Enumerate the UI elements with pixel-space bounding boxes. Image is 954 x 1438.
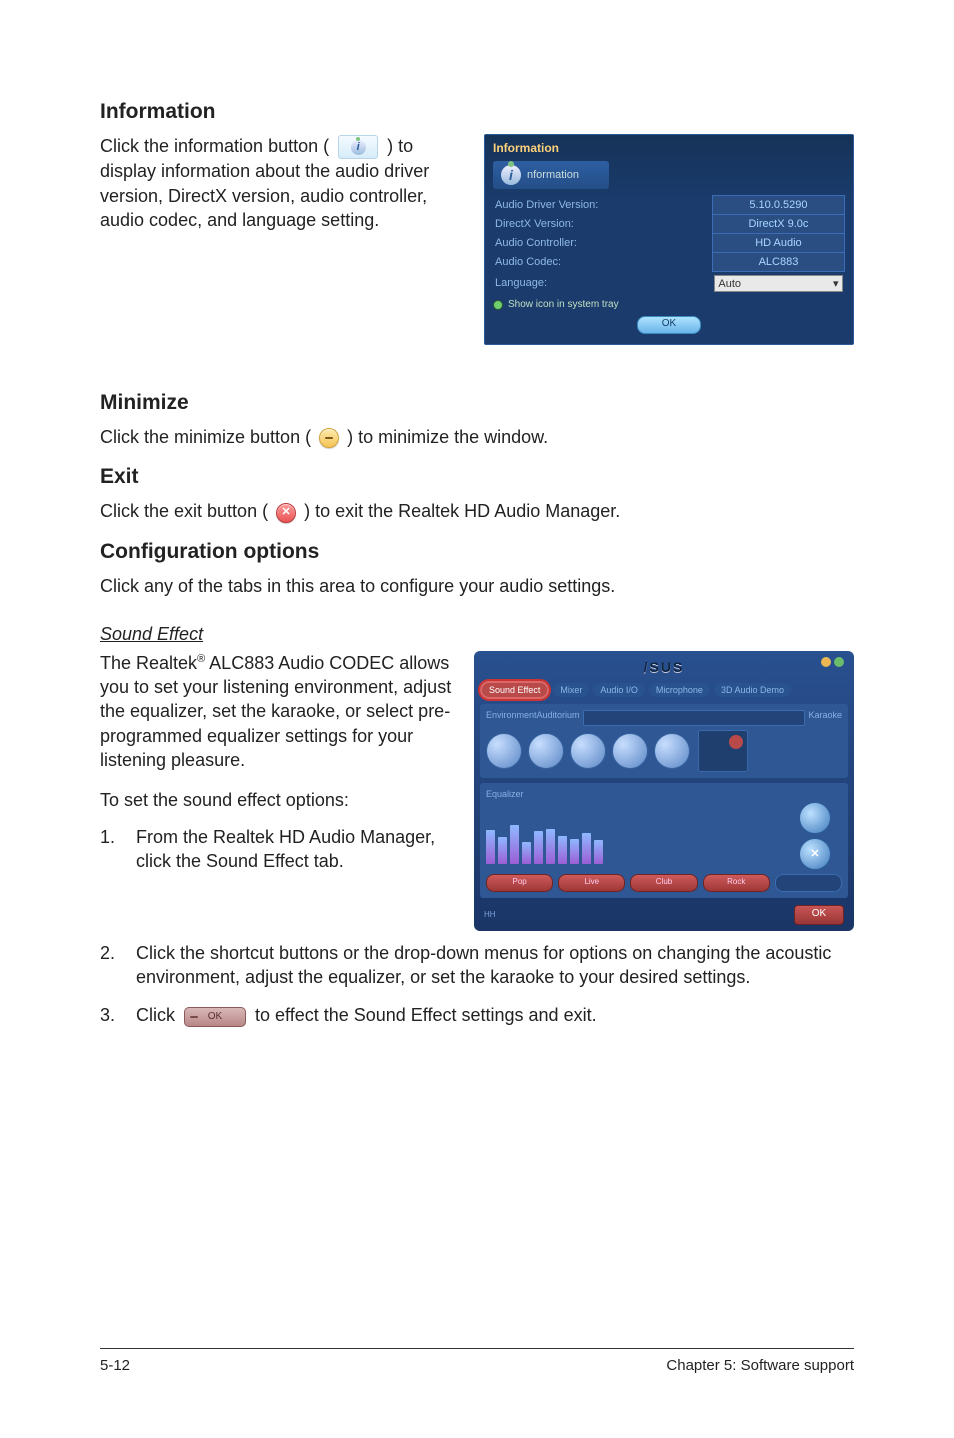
text: The Realtek <box>100 653 197 673</box>
step-1: 1.From the Realtek HD Audio Manager, cli… <box>100 825 452 874</box>
step-1-text: From the Realtek HD Audio Manager, click… <box>136 825 452 874</box>
info-row-value: 5.10.0.5290 <box>712 196 844 215</box>
env-icon[interactable] <box>570 733 606 769</box>
equalizer-label: Equalizer <box>486 789 842 799</box>
asus-logo: /SUS <box>644 659 685 675</box>
text: ) to exit the Realtek HD Audio Manager. <box>304 501 620 521</box>
step-3-text: Click OK to effect the Sound Effect sett… <box>136 1003 854 1027</box>
karaoke-label: Karaoke <box>808 710 842 726</box>
env-icon[interactable] <box>612 733 648 769</box>
heading-minimize: Minimize <box>100 391 854 415</box>
information-screenshot: Information i nformation Audio Driver Ve… <box>484 134 854 345</box>
info-row-value: ALC883 <box>712 253 844 272</box>
info-row-value: HD Audio <box>712 234 844 253</box>
minimize-dot-icon[interactable] <box>821 657 831 667</box>
info-row-label: Audio Codec: <box>493 253 712 272</box>
info-row-label: Audio Controller: <box>493 234 712 253</box>
radio-icon <box>493 300 503 310</box>
info-row-label: DirectX Version: <box>493 215 712 234</box>
tab-audio-io[interactable]: Audio I/O <box>593 683 645 697</box>
info-window-title: Information <box>493 141 845 155</box>
sound-ok-button[interactable]: OK <box>794 905 844 925</box>
step-2: 2.Click the shortcut buttons or the drop… <box>100 941 854 990</box>
registered-mark: ® <box>197 653 205 665</box>
exit-paragraph: Click the exit button ( ✕ ) to exit the … <box>100 499 854 523</box>
page-number: 5-12 <box>100 1357 130 1374</box>
page-footer: 5-12 Chapter 5: Software support <box>100 1348 854 1374</box>
information-button-icon: i <box>338 135 378 159</box>
info-row-label: Audio Driver Version: <box>493 196 712 215</box>
env-mid-label: Auditorium <box>537 710 580 726</box>
env-icon[interactable] <box>654 733 690 769</box>
tab-mixer[interactable]: Mixer <box>553 683 589 697</box>
text: ) to minimize the window. <box>347 427 548 447</box>
subheading-sound-effect: Sound Effect <box>100 624 854 645</box>
env-select[interactable] <box>583 710 806 726</box>
preset-select[interactable] <box>775 874 842 892</box>
preset-rock[interactable]: Rock <box>703 874 770 892</box>
heading-information: Information <box>100 100 854 124</box>
minimize-icon <box>319 428 339 448</box>
info-language-label: Language: <box>493 272 712 296</box>
info-language-value: Auto <box>718 278 741 290</box>
preset-pop[interactable]: Pop <box>486 874 553 892</box>
equalizer-bars[interactable] <box>486 808 778 864</box>
eq-side-controls: ✕ <box>788 802 842 870</box>
env-label: Environment <box>486 710 537 726</box>
footer-left: HH <box>484 910 496 919</box>
heading-config: Configuration options <box>100 540 854 564</box>
heading-exit: Exit <box>100 465 854 489</box>
eq-knob-icon[interactable] <box>799 802 831 834</box>
tab-microphone[interactable]: Microphone <box>649 683 710 697</box>
env-icon[interactable] <box>528 733 564 769</box>
text: to effect the Sound Effect settings and … <box>255 1005 597 1025</box>
info-row-value: DirectX 9.0c <box>712 215 844 234</box>
ok-pill-icon: OK <box>184 1007 246 1027</box>
env-icon[interactable] <box>486 733 522 769</box>
tab-bar: Sound Effect Mixer Audio I/O Microphone … <box>480 681 848 699</box>
config-paragraph: Click any of the tabs in this area to co… <box>100 574 854 598</box>
eq-reset-icon[interactable]: ✕ <box>799 838 831 870</box>
info-tray-label: Show icon in system tray <box>508 299 619 310</box>
information-paragraph: Click the information button ( i ) to di… <box>100 134 464 232</box>
chapter-label: Chapter 5: Software support <box>666 1357 854 1374</box>
sound-effect-lead: To set the sound effect options: <box>100 788 452 812</box>
text: Click the exit button ( <box>100 501 268 521</box>
info-tray-row[interactable]: Show icon in system tray <box>493 299 845 310</box>
info-badge-text: nformation <box>527 169 579 181</box>
minimize-paragraph: Click the minimize button ( ) to minimiz… <box>100 425 854 449</box>
info-language-select[interactable]: Auto ▾ <box>714 275 842 292</box>
info-badge: i nformation <box>493 161 609 189</box>
sound-effect-paragraph: The Realtek® ALC883 Audio CODEC allows y… <box>100 651 452 772</box>
text: Click <box>136 1005 180 1025</box>
preset-row: Pop Live Club Rock <box>486 874 842 892</box>
chevron-down-icon: ▾ <box>833 277 839 290</box>
info-table: Audio Driver Version:5.10.0.5290 DirectX… <box>493 195 845 295</box>
tab-sound-effect[interactable]: Sound Effect <box>480 681 549 699</box>
window-controls <box>821 657 844 667</box>
karaoke-panel <box>698 730 748 772</box>
preset-live[interactable]: Live <box>558 874 625 892</box>
close-dot-icon[interactable] <box>834 657 844 667</box>
close-icon: ✕ <box>276 503 296 523</box>
tab-3d-audio-demo[interactable]: 3D Audio Demo <box>714 683 791 697</box>
text: Click the information button ( <box>100 136 334 156</box>
info-ok-button[interactable]: OK <box>637 316 701 334</box>
sound-effect-screenshot: /SUS Sound Effect Mixer Audio I/O Microp… <box>474 651 854 931</box>
preset-club[interactable]: Club <box>630 874 697 892</box>
step-3: 3. Click OK to effect the Sound Effect s… <box>100 1003 854 1027</box>
step-2-text: Click the shortcut buttons or the drop-d… <box>136 941 854 990</box>
environment-icons <box>486 733 690 769</box>
text: Click the minimize button ( <box>100 427 311 447</box>
